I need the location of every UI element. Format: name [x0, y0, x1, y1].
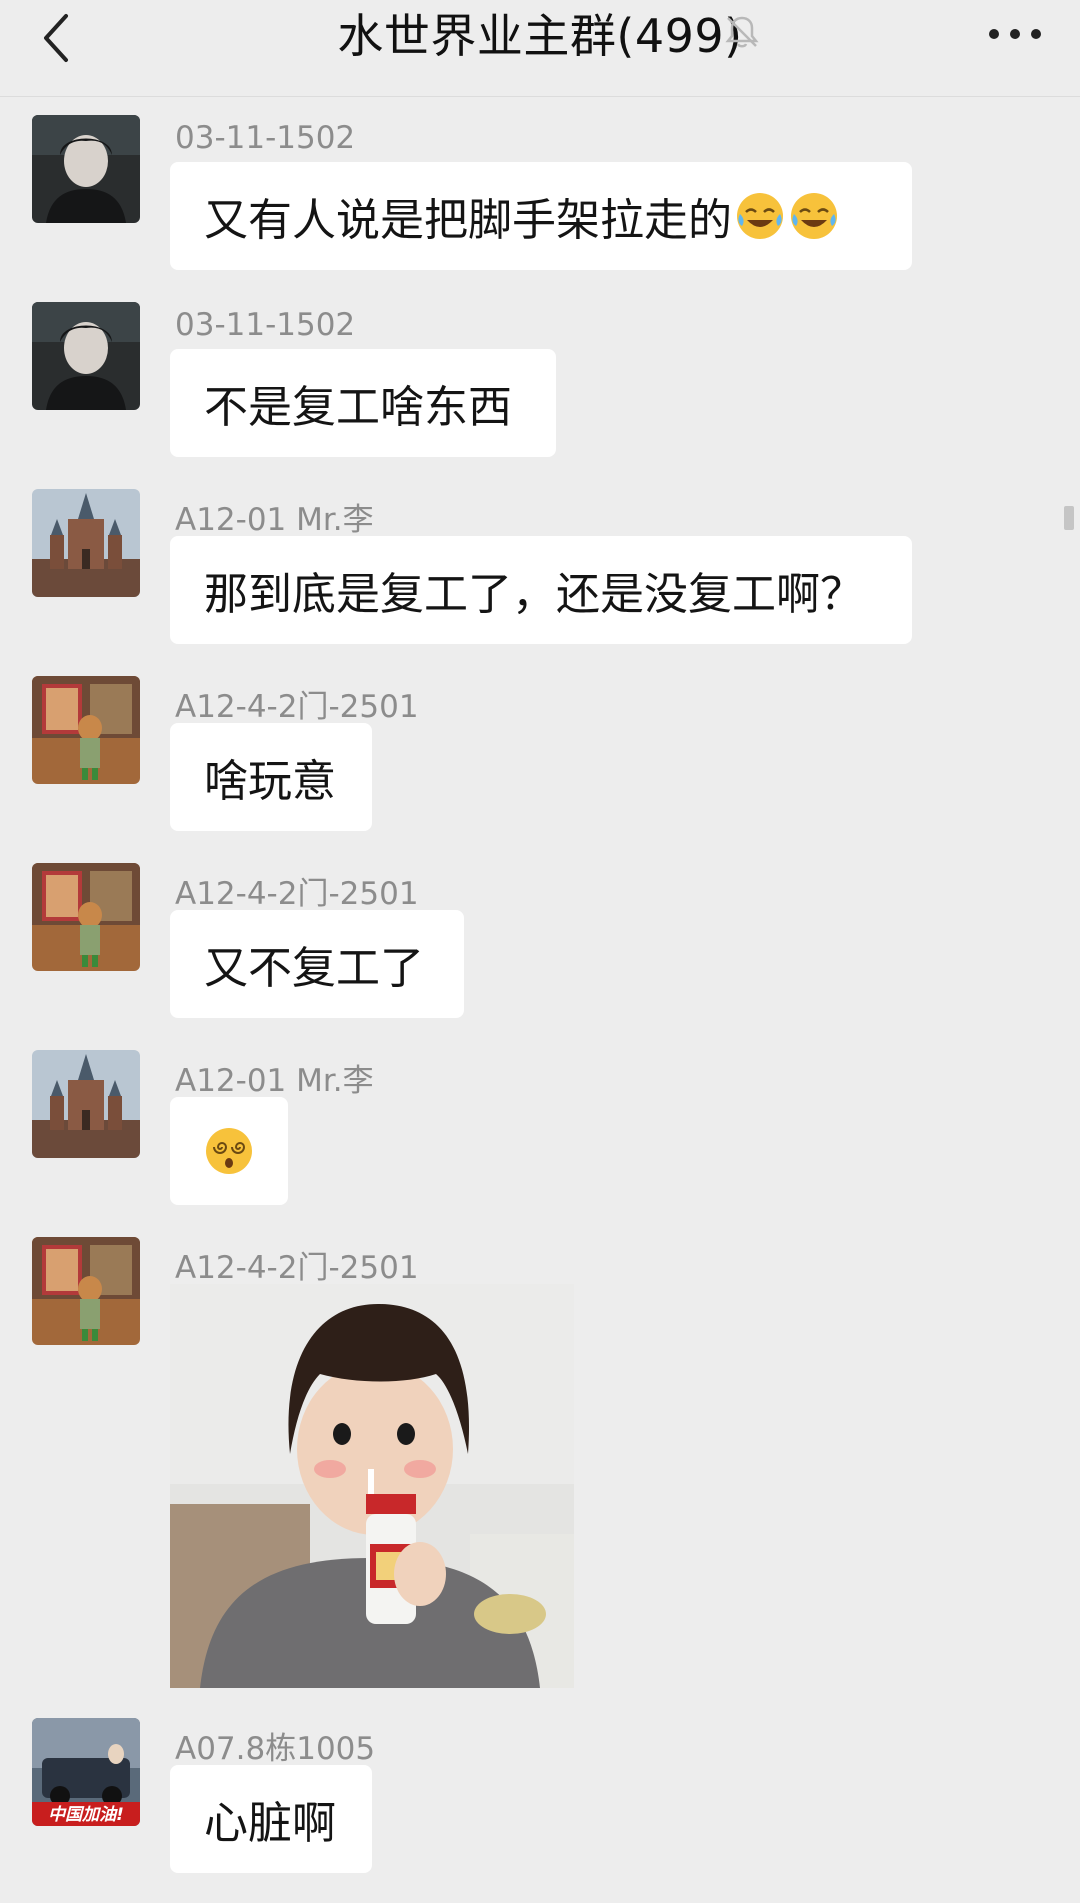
message-bubble[interactable]: 心脏啊 — [170, 1765, 372, 1873]
message-text: 又有人说是把脚手架拉走的 — [204, 195, 732, 246]
avatar[interactable] — [32, 1237, 140, 1345]
laugh-cry-emoji — [737, 193, 783, 239]
sender-name: A12-4-2门-2501 — [175, 876, 419, 912]
laugh-cry-emoji — [791, 193, 837, 239]
chat-header: 水世界业主群(499) — [0, 0, 1080, 97]
sender-name: A12-01 Mr.李 — [175, 502, 374, 538]
image-message[interactable] — [170, 1284, 574, 1688]
scrollbar-thumb[interactable] — [1064, 506, 1074, 530]
message-bubble[interactable]: 那到底是复工了，还是没复工啊？ — [170, 536, 912, 644]
avatar-text: 中国加油! — [48, 1805, 124, 1825]
avatar[interactable] — [32, 676, 140, 784]
sender-name: A12-4-2门-2501 — [175, 689, 419, 725]
avatar[interactable] — [32, 489, 140, 597]
avatar[interactable] — [32, 863, 140, 971]
avatar[interactable]: 中国加油! — [32, 1718, 140, 1826]
message-bubble[interactable]: 又有人说是把脚手架拉走的 — [170, 162, 912, 270]
message-text: 又不复工了 — [204, 943, 424, 994]
bell-off-icon — [725, 16, 759, 48]
more-dots-icon[interactable] — [980, 14, 1050, 54]
chat-title: 水世界业主群(499) — [337, 9, 743, 63]
message-text: 那到底是复工了，还是没复工啊？ — [204, 569, 864, 620]
title-container: 水世界业主群(499) — [0, 0, 1080, 66]
avatar[interactable] — [32, 1050, 140, 1158]
avatar[interactable] — [32, 115, 140, 223]
sender-name: A07.8栋1005 — [175, 1731, 376, 1767]
sender-name: 03-11-1502 — [175, 307, 356, 343]
message-text: 啥玩意 — [204, 756, 336, 807]
dizzy-face-emoji — [206, 1128, 252, 1174]
message-bubble[interactable] — [170, 1097, 288, 1205]
sender-name: A12-4-2门-2501 — [175, 1250, 419, 1286]
sender-name: 03-11-1502 — [175, 120, 356, 156]
message-bubble[interactable]: 不是复工啥东西 — [170, 349, 556, 457]
message-bubble[interactable]: 又不复工了 — [170, 910, 464, 1018]
message-text: 不是复工啥东西 — [204, 382, 512, 433]
message-text: 心脏啊 — [204, 1798, 336, 1849]
message-bubble[interactable]: 啥玩意 — [170, 723, 372, 831]
sender-name: A12-01 Mr.李 — [175, 1063, 374, 1099]
avatar[interactable] — [32, 302, 140, 410]
